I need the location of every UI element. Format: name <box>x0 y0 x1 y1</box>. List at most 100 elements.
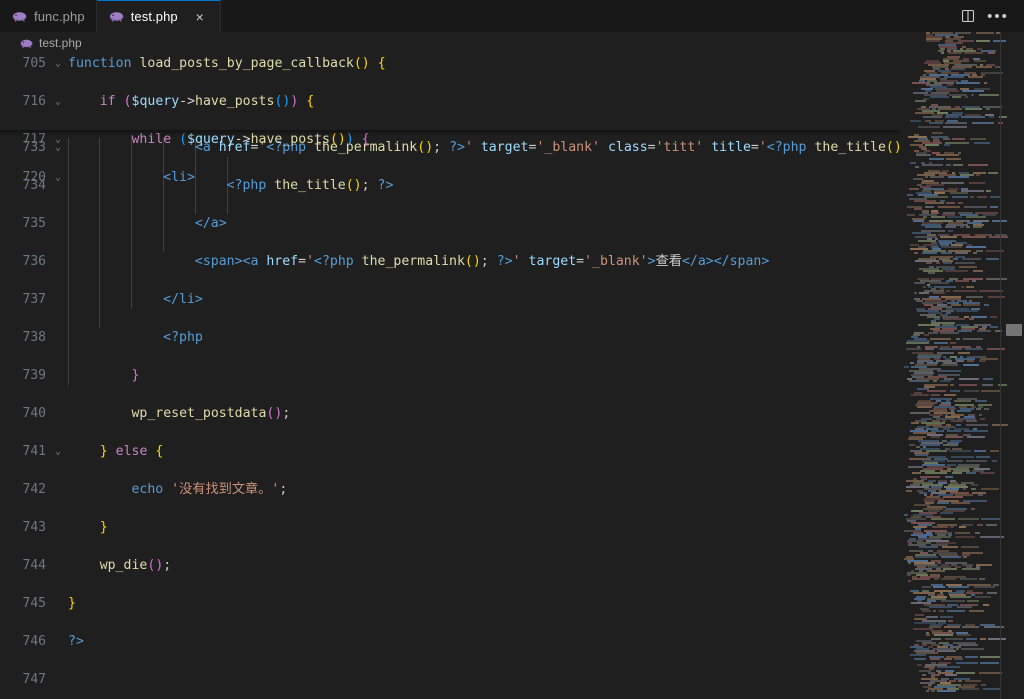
minimap-line <box>950 526 954 528</box>
minimap-line <box>981 488 999 490</box>
fold-chevron-down-icon[interactable]: ⌄ <box>52 130 64 149</box>
minimap-line <box>922 586 931 588</box>
fold-chevron-down-icon[interactable]: ⌄ <box>52 54 64 73</box>
minimap-line <box>923 116 942 118</box>
editor-actions: ••• <box>954 0 1024 32</box>
minimap-line <box>944 626 960 628</box>
minimap-line <box>925 226 942 228</box>
minimap-line <box>976 40 990 42</box>
code-line-745[interactable]: 745} <box>0 594 900 613</box>
minimap-line <box>953 258 958 260</box>
minimap-line <box>976 66 992 68</box>
minimap-line <box>906 342 929 344</box>
code-line-737[interactable]: 737 </li> <box>0 290 900 309</box>
minimap-line <box>931 216 945 218</box>
minimap-line <box>907 214 915 216</box>
code-text: <?php <box>163 330 203 345</box>
minimap-line <box>956 424 961 426</box>
code-line-716[interactable]: 716 ⌄ if ($query->have_posts()) { <box>0 92 900 111</box>
minimap-line <box>943 126 967 128</box>
php-elephant-icon <box>20 37 33 50</box>
minimap-line <box>965 108 982 110</box>
minimap-line <box>948 620 953 622</box>
scroll-position-marker[interactable] <box>1006 324 1022 336</box>
code-editor[interactable]: 733 ⌄ <a href='<?php the_permalink(); ?>' … <box>0 54 900 699</box>
minimap-line <box>977 524 983 526</box>
tab-test-php[interactable]: test.php × <box>96 0 221 33</box>
minimap-line <box>930 658 940 660</box>
minimap-line <box>922 674 926 676</box>
minimap-line <box>910 120 921 122</box>
minimap-line <box>957 634 971 636</box>
fold-chevron-down-icon[interactable]: ⌄ <box>52 92 64 111</box>
minimap-line <box>980 418 985 420</box>
minimap-line <box>926 262 932 264</box>
minimap-line <box>951 304 961 306</box>
minimap-line <box>925 176 928 178</box>
minimap-line <box>941 578 956 580</box>
minimap-line <box>969 182 985 184</box>
minimap-line <box>904 514 908 516</box>
minimap-line <box>925 206 934 208</box>
minimap-line <box>945 122 967 124</box>
minimap-line <box>928 332 938 334</box>
minimap-line <box>937 502 949 504</box>
code-line-742[interactable]: 742 echo '没有找到文章。'; <box>0 480 900 499</box>
close-icon[interactable]: × <box>191 8 209 26</box>
minimap-line <box>911 394 929 396</box>
minimap-line <box>955 536 975 538</box>
minimap-line <box>961 286 964 288</box>
minimap-line <box>915 100 926 102</box>
code-line-740[interactable]: 740 wp_reset_postdata(); <box>0 404 900 423</box>
minimap-line <box>966 226 970 228</box>
minimap-line <box>945 436 963 438</box>
code-text: </li> <box>163 292 203 307</box>
minimap-line <box>943 138 950 140</box>
minimap-line <box>908 562 911 564</box>
minimap-line <box>976 32 994 34</box>
code-line-746[interactable]: 746 ?> <box>0 632 900 651</box>
split-editor-icon[interactable] <box>954 2 982 30</box>
minimap-line <box>929 122 943 124</box>
code-line-736[interactable]: 736 <span><a href='<?php the_permalink();… <box>0 252 900 271</box>
minimap-line <box>963 556 967 558</box>
minimap-line <box>945 270 968 272</box>
minimap-line <box>959 378 979 380</box>
more-actions-icon[interactable]: ••• <box>984 2 1012 30</box>
code-line-747[interactable]: 747 <box>0 670 900 689</box>
code-line-743[interactable]: 743} <box>0 518 900 537</box>
tab-func-php[interactable]: func.php <box>0 0 97 32</box>
minimap-line <box>945 674 957 676</box>
minimap-line <box>960 226 964 228</box>
minimap[interactable] <box>900 32 1010 699</box>
code-line-738[interactable]: 738 <?php <box>0 328 900 347</box>
code-line-744[interactable]: 744 wp_die(); <box>0 556 900 575</box>
minimap-line <box>955 252 968 254</box>
editor-scrollbar[interactable] <box>1010 32 1024 699</box>
fold-chevron-down-icon[interactable]: ⌄ <box>52 168 64 187</box>
minimap-line <box>990 206 998 208</box>
minimap-line <box>984 82 987 84</box>
tab-label: test.php <box>130 9 178 24</box>
code-line-705[interactable]: 705 ⌄ function load_posts_by_page_callback… <box>0 54 900 73</box>
minimap-line <box>956 82 980 84</box>
fold-chevron-down-icon[interactable]: ⌄ <box>52 442 64 461</box>
code-line-735[interactable]: 735 </a> <box>0 214 900 233</box>
minimap-line <box>927 570 945 572</box>
minimap-line <box>957 410 971 412</box>
minimap-line <box>912 472 921 474</box>
minimap-line <box>972 280 976 282</box>
minimap-line <box>947 610 965 612</box>
line-number-720: 720 <box>22 170 46 185</box>
code-line-739[interactable]: 739} <box>0 366 900 385</box>
minimap-line <box>966 460 987 462</box>
code-line-720[interactable]: 720 ⌄ <li> <box>0 168 900 187</box>
line-number-744: 744 <box>22 558 46 573</box>
minimap-line <box>909 188 919 190</box>
line-number-717: 717 <box>22 132 46 147</box>
code-line-717[interactable]: 717 ⌄ while ($query->have_posts()) { <box>0 130 900 149</box>
sticky-scroll-header[interactable]: 705 ⌄ function load_posts_by_page_callback… <box>0 54 900 185</box>
breadcrumb[interactable]: test.php <box>0 32 900 54</box>
minimap-line <box>956 662 978 664</box>
code-line-741[interactable]: 741 ⌄} else { <box>0 442 900 461</box>
